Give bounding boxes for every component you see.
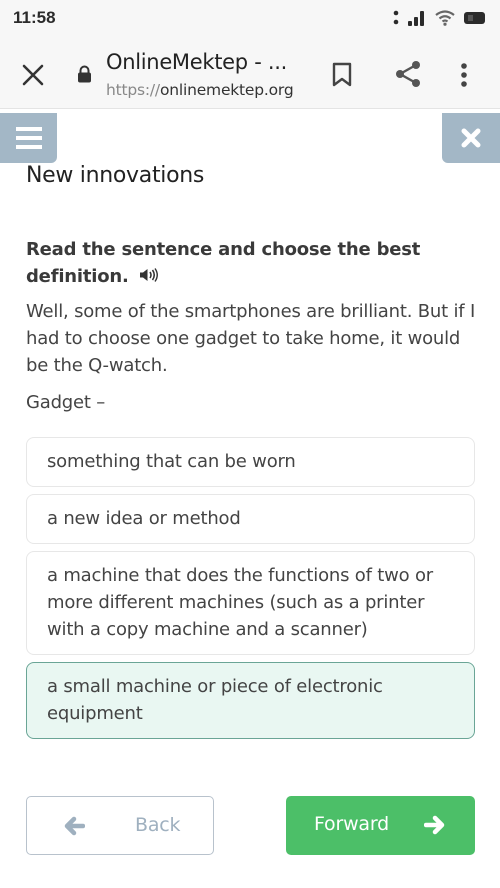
answer-options: something that can be worn a new idea or… bbox=[26, 437, 475, 746]
answer-option[interactable]: a machine that does the functions of two… bbox=[26, 551, 475, 655]
close-lesson-button[interactable] bbox=[442, 113, 500, 163]
browser-toolbar: OnlineMektep - ... https://onlinemektep.… bbox=[0, 38, 500, 109]
more-vert-icon[interactable] bbox=[460, 62, 468, 88]
close-icon bbox=[461, 128, 481, 148]
status-icons bbox=[393, 10, 486, 26]
status-bar: 11:58 bbox=[0, 0, 500, 38]
answer-option[interactable]: something that can be worn bbox=[26, 437, 475, 487]
hamburger-icon-bar bbox=[15, 127, 42, 131]
url-host: onlinemektep.org bbox=[159, 81, 294, 99]
signal-dots-icon bbox=[393, 10, 399, 25]
instruction-text: Read the sentence and choose the best de… bbox=[26, 239, 421, 287]
task-sentence: Well, some of the smartphones are brilli… bbox=[26, 301, 476, 376]
forward-button[interactable]: Forward bbox=[286, 796, 475, 855]
task-instruction: Read the sentence and choose the best de… bbox=[26, 236, 466, 291]
arrow-right-icon bbox=[424, 815, 445, 835]
wifi-icon bbox=[435, 10, 455, 26]
back-button[interactable]: Back bbox=[26, 796, 214, 855]
url-bar[interactable]: https://onlinemektep.org bbox=[106, 81, 294, 99]
task-prompt: Gadget – bbox=[26, 392, 106, 413]
arrow-left-icon bbox=[64, 816, 85, 836]
status-time: 11:58 bbox=[13, 8, 56, 27]
url-scheme: https:// bbox=[106, 81, 160, 99]
hamburger-icon-bar bbox=[15, 145, 42, 149]
cell-signal-icon bbox=[408, 11, 424, 26]
menu-button[interactable] bbox=[0, 113, 57, 163]
close-icon[interactable] bbox=[20, 62, 46, 88]
lock-icon bbox=[78, 65, 91, 83]
battery-icon bbox=[464, 12, 485, 24]
lesson-title: New innovations bbox=[26, 163, 205, 188]
answer-option[interactable]: a new idea or method bbox=[26, 494, 475, 544]
page-title: OnlineMektep - ... bbox=[106, 50, 287, 74]
hamburger-icon-bar bbox=[15, 136, 42, 140]
back-label: Back bbox=[135, 814, 181, 836]
answer-option-selected[interactable]: a small machine or piece of electronic e… bbox=[26, 662, 475, 739]
speaker-icon[interactable] bbox=[139, 264, 159, 291]
forward-label: Forward bbox=[314, 813, 390, 835]
share-icon[interactable] bbox=[394, 60, 422, 88]
bookmark-icon[interactable] bbox=[331, 62, 353, 88]
